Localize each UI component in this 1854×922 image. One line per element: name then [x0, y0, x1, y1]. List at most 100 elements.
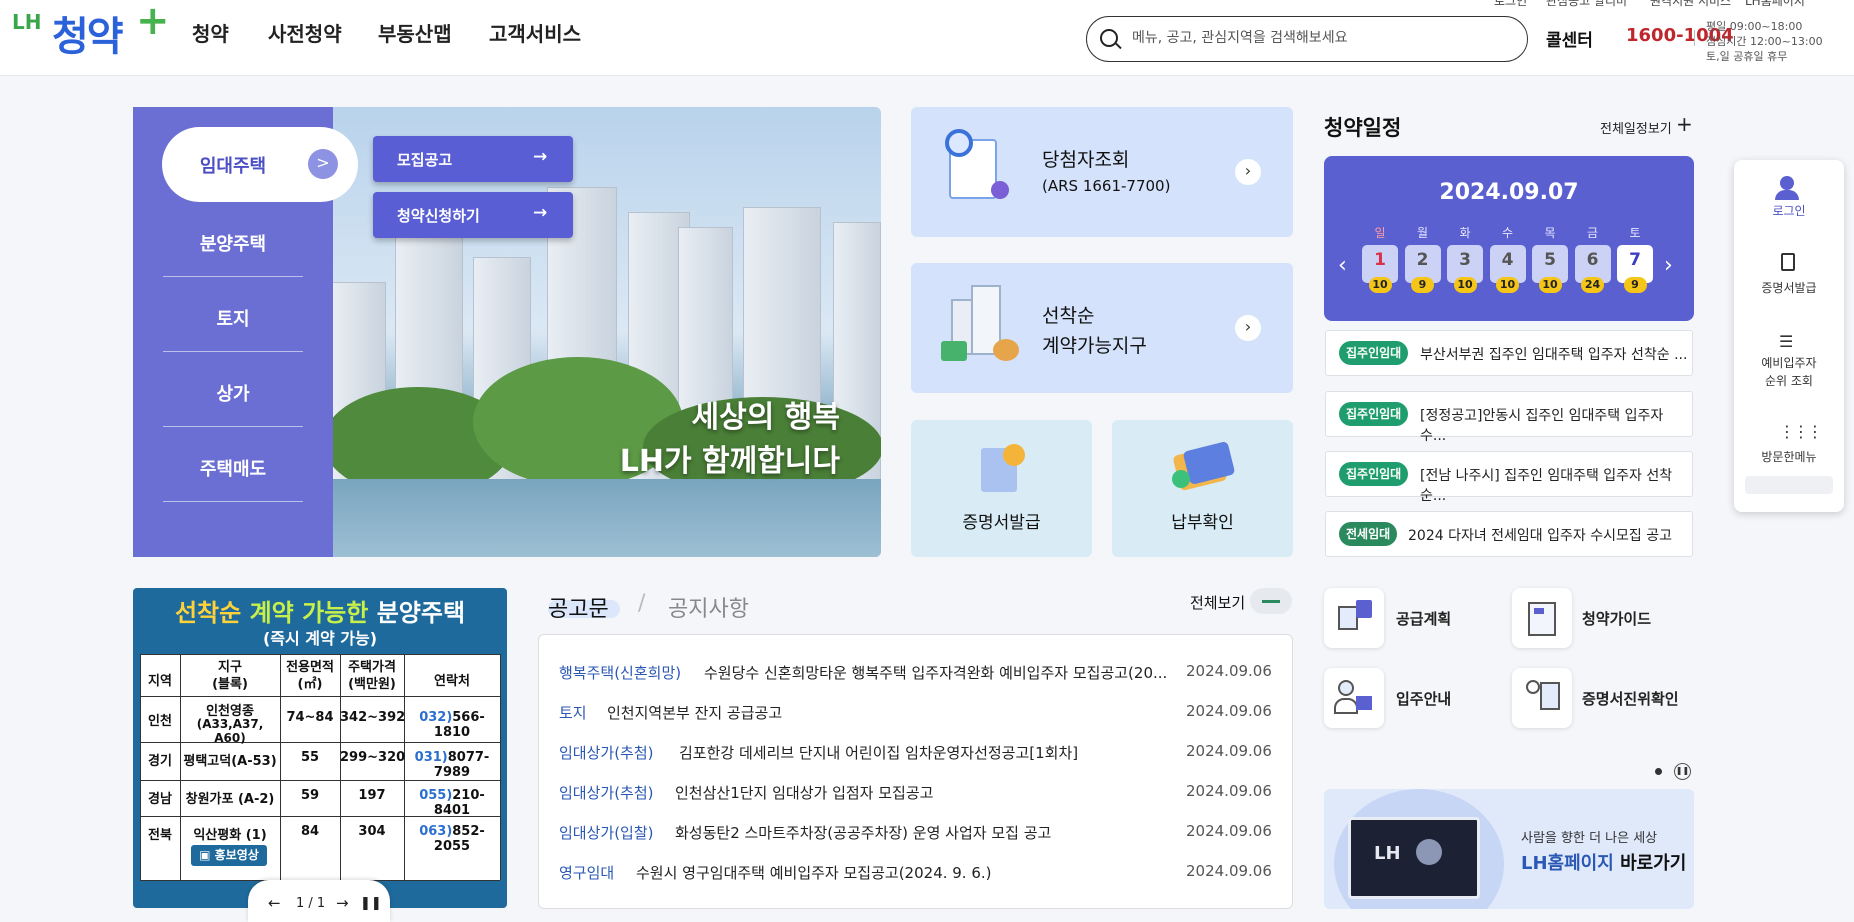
table-grid-line	[500, 654, 501, 880]
arrow-right-icon[interactable]: →	[336, 894, 349, 912]
magnifier-icon	[945, 129, 973, 157]
payment-label: 납부확인	[1171, 513, 1234, 533]
pause-icon[interactable]: ❚❚	[360, 896, 382, 911]
hero-tab-rental[interactable]: 임대주택	[163, 152, 303, 178]
list-item-category[interactable]: 임대상가(추첨)	[559, 742, 654, 763]
grid-icon[interactable]: ⋮⋮⋮	[1779, 422, 1823, 441]
user-icon[interactable]	[1780, 176, 1794, 190]
guide-label[interactable]: 청약가이드	[1582, 608, 1651, 629]
banner-title: 선착순 계약 가능한 분양주택	[133, 593, 507, 628]
quick-waitlist[interactable]: 예비입주자	[1734, 354, 1844, 371]
tab-notice[interactable]: 공지사항	[668, 591, 749, 623]
divider	[163, 276, 303, 277]
document-icon[interactable]	[1781, 253, 1795, 271]
quick-certificate[interactable]: 증명서발급	[1734, 279, 1844, 296]
list-item-title[interactable]: 인천삼산1단지 임대상가 입점자 모집공고	[675, 782, 1165, 803]
util-alert[interactable]: 관심공고 알리미	[1546, 0, 1627, 9]
list-item-title[interactable]: 수원당수 신혼희망타운 행복주택 입주자격완화 예비입주자 모집공고(20...	[704, 662, 1172, 683]
hero-tab-sale[interactable]: 분양주택	[163, 230, 303, 256]
cell-block: (A33,A37, A60)	[196, 717, 264, 745]
document-icon	[1540, 682, 1560, 710]
nav-item-realestate-map[interactable]: 부동산맵	[378, 18, 452, 47]
hero-tab-house-sale[interactable]: 주택매도	[163, 455, 303, 481]
list-item-category[interactable]: 임대상가(추첨)	[559, 782, 654, 803]
hero-tab-land[interactable]: 토지	[163, 305, 303, 331]
first-come-line2: 계약가능지구	[1042, 335, 1147, 357]
util-lh-home[interactable]: LH홈페이지	[1745, 0, 1805, 9]
cell-price: 342~392	[340, 710, 406, 725]
notices-more-link[interactable]: 전체보기	[1190, 592, 1245, 613]
th-area-unit: (㎡)	[297, 677, 323, 692]
hero-tab-commercial[interactable]: 상가	[163, 380, 303, 406]
person-icon-body	[1334, 698, 1358, 714]
move-in-icon[interactable]	[1324, 668, 1384, 728]
schedule-notice[interactable]: 집주인임대 [전남 나주시] 집주인 임대주택 입주자 선착순...	[1325, 451, 1693, 504]
quick-login[interactable]: 로그인	[1734, 202, 1844, 219]
payment-card[interactable]: 납부확인	[1112, 420, 1293, 557]
recruit-notice-button[interactable]: 모집공고 →	[373, 136, 573, 182]
list-item-date: 2024.09.06	[1186, 862, 1272, 880]
search-icon[interactable]	[1100, 29, 1118, 47]
verify-icon[interactable]	[1512, 668, 1572, 728]
plus-icon[interactable]: +	[1676, 112, 1693, 136]
list-item-title[interactable]: 인천지역본부 잔지 공급공고	[607, 702, 1167, 723]
cell-contact: 055)210-8401	[404, 788, 500, 818]
notice-text: 2024 다자녀 전세임대 입주자 수시모집 공고	[1408, 528, 1672, 544]
arrow-left-icon[interactable]: ←	[268, 894, 281, 912]
nav-item-pre-subscription[interactable]: 사전청약	[268, 18, 342, 47]
certificate-card[interactable]: 증명서발급	[911, 420, 1092, 557]
list-item-category[interactable]: 토지	[559, 702, 587, 723]
arrow-right-icon: →	[533, 147, 548, 167]
visited-empty	[1745, 476, 1833, 494]
list-item-title[interactable]: 수원시 영구임대주택 예비입주자 모집공고(2024. 9. 6.)	[636, 862, 1166, 883]
winner-check-card[interactable]: 당첨자조회 (ARS 1661-7700) ›	[911, 107, 1293, 237]
supply-plan-icon[interactable]	[1324, 588, 1384, 648]
guide-icon[interactable]	[1512, 588, 1572, 648]
banner-title-b: 계약 가능한	[249, 599, 369, 627]
lh-homepage-banner[interactable]: LH 사람을 향한 더 나은 세상 LH홈페이지 바로가기	[1324, 789, 1694, 909]
hours-weekday: 평일 09:00~18:00	[1706, 20, 1803, 33]
schedule-notice[interactable]: 전세임대 2024 다자녀 전세임대 입주자 수시모집 공고	[1325, 511, 1693, 557]
schedule-notice[interactable]: 집주인임대 부산서부권 집주인 임대주택 입주자 선착순 ...	[1325, 330, 1693, 376]
cell-district: 익산평화 (1)	[193, 828, 267, 843]
chevron-right-icon[interactable]: ›	[1664, 253, 1673, 278]
promo-video-button[interactable]: ▣ 홍보영상	[191, 845, 267, 866]
list-item-category[interactable]: 영구임대	[559, 862, 614, 883]
hero-slogan-line2: LH가 함께합니다	[619, 444, 840, 479]
house-icon	[1356, 696, 1372, 710]
table-grid-line	[140, 780, 500, 781]
quick-visited[interactable]: 방문한메뉴	[1734, 448, 1844, 465]
notice-tag: 집주인임대	[1339, 341, 1409, 365]
lh-banner-main-b: 바로가기	[1620, 853, 1687, 874]
pager-dot[interactable]	[1655, 768, 1662, 775]
list-item-category[interactable]: 행복주택(신혼희망)	[559, 662, 681, 683]
list-item-category[interactable]: 임대상가(입찰)	[559, 822, 654, 843]
recruit-notice-label: 모집공고	[397, 151, 453, 169]
apply-button[interactable]: 청약신청하기 →	[373, 192, 573, 238]
search-input[interactable]	[1132, 26, 1512, 50]
verify-label[interactable]: 증명서진위확인	[1582, 688, 1679, 709]
schedule-more-link[interactable]: 전체일정보기	[1600, 118, 1672, 137]
first-come-card[interactable]: 선착순 계약가능지구 ›	[911, 263, 1293, 393]
nav-item-subscription[interactable]: 청약	[192, 18, 229, 47]
tab-announcement[interactable]: 공고문	[548, 591, 609, 623]
logo-lh[interactable]: LH	[12, 10, 41, 34]
move-in-label[interactable]: 입주안내	[1396, 688, 1451, 709]
nav-item-customer-service[interactable]: 고객서비스	[489, 18, 581, 47]
cell-region: 인천	[148, 714, 172, 729]
util-login[interactable]: 로그인	[1494, 0, 1527, 9]
tab-separator: /	[638, 591, 646, 616]
chevron-right-icon[interactable]: >	[308, 149, 338, 179]
logo-main[interactable]: 청약	[52, 4, 124, 62]
util-remote[interactable]: 원격지원 서비스	[1650, 0, 1731, 9]
schedule-notice[interactable]: 집주인임대 [정정공고]안동시 집주인 임대주택 입주자 수...	[1325, 391, 1693, 444]
divider	[1694, 30, 1695, 46]
list-item-title[interactable]: 화성동탄2 스마트주차장(공공주차장) 운영 사업자 모집 공고	[675, 822, 1165, 843]
pause-icon[interactable]: ❚❚	[1674, 763, 1691, 780]
supply-plan-label[interactable]: 공급계획	[1396, 608, 1451, 629]
list-item-title[interactable]: 김포한강 데세리브 단지내 어린이집 임차운영자선정공고[1회차]	[679, 742, 1169, 763]
chevron-left-icon[interactable]: ‹	[1338, 253, 1347, 278]
weekday-label: 목	[1544, 226, 1556, 240]
user-icon-body	[1775, 190, 1799, 200]
list-icon[interactable]: ☰	[1779, 332, 1793, 351]
